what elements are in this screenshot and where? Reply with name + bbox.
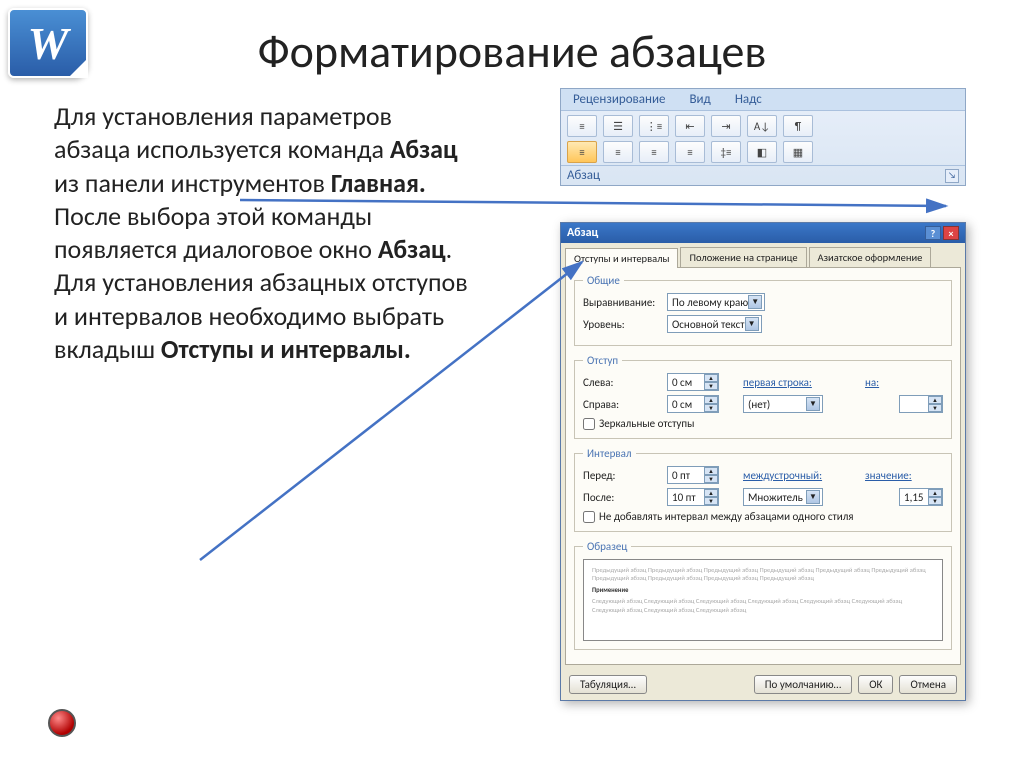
align-right-icon[interactable]: ≡ <box>639 141 669 163</box>
line-spacing-value: Множитель <box>748 491 803 504</box>
chevron-down-icon[interactable]: ▼ <box>748 295 762 309</box>
ok-button[interactable]: ОК <box>858 675 893 694</box>
no-space-same-style-checkbox[interactable] <box>583 511 595 523</box>
ribbon-paragraph-group: Рецензирование Вид Надс ≡ ☰ ⋮≡ ⇤ ⇥ A↓ ¶ … <box>560 88 966 186</box>
chevron-down-icon[interactable]: ▼ <box>806 397 820 411</box>
first-line-by-spinner[interactable]: ▲▼ <box>899 395 943 413</box>
general-legend: Общие <box>583 274 624 287</box>
body-b4: Отступы и интервалы. <box>161 333 411 365</box>
spacing-legend: Интервал <box>583 447 636 460</box>
decrease-indent-icon[interactable]: ⇤ <box>675 115 705 137</box>
body-text: Для установления параметров абзаца испол… <box>54 100 474 366</box>
sample-legend: Образец <box>583 540 631 553</box>
general-group: Общие Выравнивание: По левому краю▼ Уров… <box>574 274 952 346</box>
outline-level-label: Уровень: <box>583 318 661 331</box>
close-icon[interactable]: × <box>943 226 959 240</box>
indent-group: Отступ Слева: 0 см▲▼ первая строка: на: … <box>574 354 952 439</box>
ribbon-group-label: Абзац <box>567 168 600 183</box>
spacing-after-value: 10 пт <box>672 491 696 504</box>
chevron-down-icon[interactable]: ▼ <box>806 490 820 504</box>
preview-prev: Предыдущий абзац Предыдущий абзац Предыд… <box>592 566 934 583</box>
page-title: Форматирование абзацев <box>0 24 1024 80</box>
preview-next: Следующий абзац Следующий абзац Следующи… <box>592 597 934 614</box>
chevron-down-icon[interactable]: ▼ <box>745 317 759 331</box>
help-icon[interactable]: ? <box>925 226 941 240</box>
show-marks-icon[interactable]: ¶ <box>783 115 813 137</box>
shading-icon[interactable]: ◧ <box>747 141 777 163</box>
indent-left-label: Слева: <box>583 376 661 389</box>
indent-right-value: 0 см <box>672 398 692 411</box>
borders-icon[interactable]: ▦ <box>783 141 813 163</box>
ribbon-tab-review[interactable]: Рецензирование <box>561 89 677 110</box>
nav-prev-button[interactable] <box>48 709 76 737</box>
alignment-value: По левому краю <box>672 296 748 309</box>
first-line-label: первая строка: <box>743 376 821 389</box>
line-spacing-icon[interactable]: ‡≡ <box>711 141 741 163</box>
multilevel-icon[interactable]: ⋮≡ <box>639 115 669 137</box>
alignment-combo[interactable]: По левому краю▼ <box>667 293 765 311</box>
indent-right-label: Справа: <box>583 398 661 411</box>
dialog-title: Абзац <box>567 226 598 240</box>
align-center-icon[interactable]: ≡ <box>603 141 633 163</box>
tabs-button[interactable]: Табуляция… <box>569 675 647 694</box>
body-b2: Главная. <box>331 167 426 199</box>
line-spacing-at-spinner[interactable]: 1,15▲▼ <box>899 488 943 506</box>
spacing-group: Интервал Перед: 0 пт▲▼ междустрочный: зн… <box>574 447 952 532</box>
by-label: на: <box>865 376 943 389</box>
cancel-button[interactable]: Отмена <box>899 675 957 694</box>
ribbon-tab-view[interactable]: Вид <box>677 89 722 110</box>
line-spacing-combo[interactable]: Множитель▼ <box>743 488 823 506</box>
default-button[interactable]: По умолчанию… <box>754 675 852 694</box>
body-b3: Абзац <box>378 233 446 265</box>
outline-level-combo[interactable]: Основной текст▼ <box>667 315 762 333</box>
body-p3: После выбора этой команды появляется диа… <box>54 200 378 265</box>
increase-indent-icon[interactable]: ⇥ <box>711 115 741 137</box>
first-line-combo[interactable]: (нет) ▼ <box>743 395 823 413</box>
spacing-after-spinner[interactable]: 10 пт▲▼ <box>667 488 719 506</box>
indent-left-spinner[interactable]: 0 см▲▼ <box>667 373 719 391</box>
preview-current: Применение <box>592 586 934 594</box>
body-b1: Абзац <box>390 133 458 165</box>
tab-line-page-breaks[interactable]: Положение на странице <box>680 247 806 267</box>
tab-indents-spacing[interactable]: Отступы и интервалы <box>565 248 678 268</box>
preview-box: Предыдущий абзац Предыдущий абзац Предыд… <box>583 559 943 641</box>
mirror-indents-label: Зеркальные отступы <box>599 417 694 430</box>
justify-icon[interactable]: ≡ <box>675 141 705 163</box>
first-line-value: (нет) <box>748 398 770 411</box>
at-label: значение: <box>865 469 943 482</box>
tab-asian[interactable]: Азиатское оформление <box>809 247 932 267</box>
ribbon-tab-addins[interactable]: Надс <box>723 89 774 110</box>
numbering-icon[interactable]: ☰ <box>603 115 633 137</box>
align-left-icon[interactable]: ≡ <box>567 141 597 163</box>
dialog-launcher-icon[interactable]: ↘ <box>945 169 959 183</box>
spacing-before-value: 0 пт <box>672 469 690 482</box>
line-spacing-label: междустрочный: <box>743 469 821 482</box>
outline-level-value: Основной текст <box>672 318 745 331</box>
no-space-same-style-label: Не добавлять интервал между абзацами одн… <box>599 510 854 523</box>
spacing-before-spinner[interactable]: 0 пт▲▼ <box>667 466 719 484</box>
bullets-icon[interactable]: ≡ <box>567 115 597 137</box>
alignment-label: Выравнивание: <box>583 296 661 309</box>
mirror-indents-checkbox[interactable] <box>583 418 595 430</box>
sort-icon[interactable]: A↓ <box>747 115 777 137</box>
body-p1: Для установления параметров абзаца испол… <box>54 100 392 165</box>
body-p2: из панели инструментов <box>54 167 331 199</box>
indent-legend: Отступ <box>583 354 622 367</box>
paragraph-dialog: Абзац ? × Отступы и интервалы Положение … <box>560 222 966 701</box>
line-spacing-at-value: 1,15 <box>904 491 923 504</box>
sample-group: Образец Предыдущий абзац Предыдущий абза… <box>574 540 952 650</box>
spacing-after-label: После: <box>583 491 661 504</box>
indent-right-spinner[interactable]: 0 см▲▼ <box>667 395 719 413</box>
indent-left-value: 0 см <box>672 376 692 389</box>
dialog-titlebar: Абзац ? × <box>561 223 965 243</box>
spacing-before-label: Перед: <box>583 469 661 482</box>
